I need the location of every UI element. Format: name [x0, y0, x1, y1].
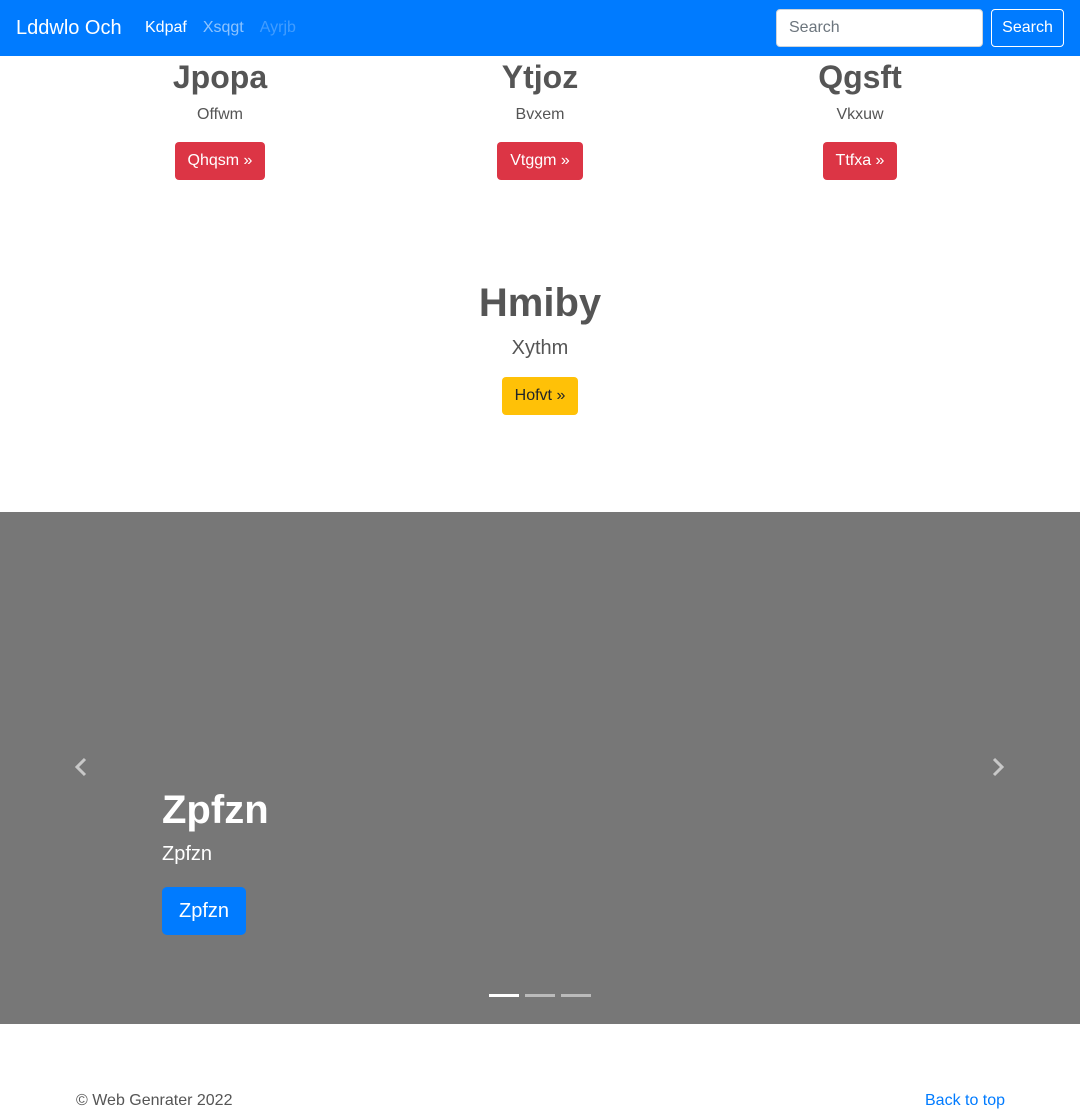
search-button[interactable]: Search [991, 9, 1064, 47]
footer-copyright: © Web Genrater 2022 [76, 1092, 233, 1109]
carousel: Zpfzn Zpfzn Zpfzn [0, 512, 1080, 1024]
feature-text: Bvxem [515, 106, 565, 123]
hero-section: Hmiby Xythm Hofvt » [0, 280, 1080, 415]
nav-link-ayrjb: Ayrjb [259, 19, 296, 36]
carousel-indicator-1[interactable] [489, 994, 519, 997]
back-to-top-link[interactable]: Back to top [925, 1090, 1005, 1112]
carousel-indicator-3[interactable] [561, 994, 591, 997]
carousel-button[interactable]: Zpfzn [162, 887, 247, 935]
carousel-title: Zpfzn [162, 788, 269, 832]
feature-title: Qgsft [818, 59, 902, 95]
chevron-left-icon [74, 757, 87, 777]
hero-button[interactable]: Hofvt » [501, 377, 579, 415]
feature-title: Ytjoz [501, 59, 579, 95]
hero-title: Hmiby [478, 281, 602, 325]
carousel-prev-button[interactable] [66, 752, 96, 782]
hero-lead: Xythm [511, 337, 569, 359]
feature-title: Jpopa [172, 59, 268, 95]
feature-text: Vkxuw [836, 106, 884, 123]
navbar: Lddwlo Och Kdpaf Xsqgt Ayrjb Search [0, 0, 1080, 56]
feature-button[interactable]: Ttfxa » [822, 142, 898, 180]
feature-button[interactable]: Vtggm » [497, 142, 583, 180]
brand-link[interactable]: Lddwlo Och [16, 14, 122, 42]
carousel-indicators [489, 994, 591, 997]
carousel-text: Zpfzn [162, 843, 213, 865]
carousel-caption: Zpfzn Zpfzn Zpfzn [162, 784, 269, 935]
feature-column-1: Jpopa Offwm Qhqsm » [60, 58, 380, 180]
carousel-indicator-2[interactable] [525, 994, 555, 997]
carousel-next-button[interactable] [983, 752, 1013, 782]
nav-link-kdpaf[interactable]: Kdpaf [145, 16, 187, 40]
nav-link-xsqgt[interactable]: Xsqgt [203, 16, 244, 40]
feature-column-2: Ytjoz Bvxem Vtggm » [380, 58, 700, 180]
nav-links: Kdpaf Xsqgt Ayrjb [145, 16, 312, 40]
chevron-right-icon [992, 757, 1005, 777]
feature-text: Offwm [197, 106, 243, 123]
feature-button[interactable]: Qhqsm » [174, 142, 266, 180]
feature-column-3: Qgsft Vkxuw Ttfxa » [700, 58, 1020, 180]
search-input[interactable] [776, 9, 983, 47]
